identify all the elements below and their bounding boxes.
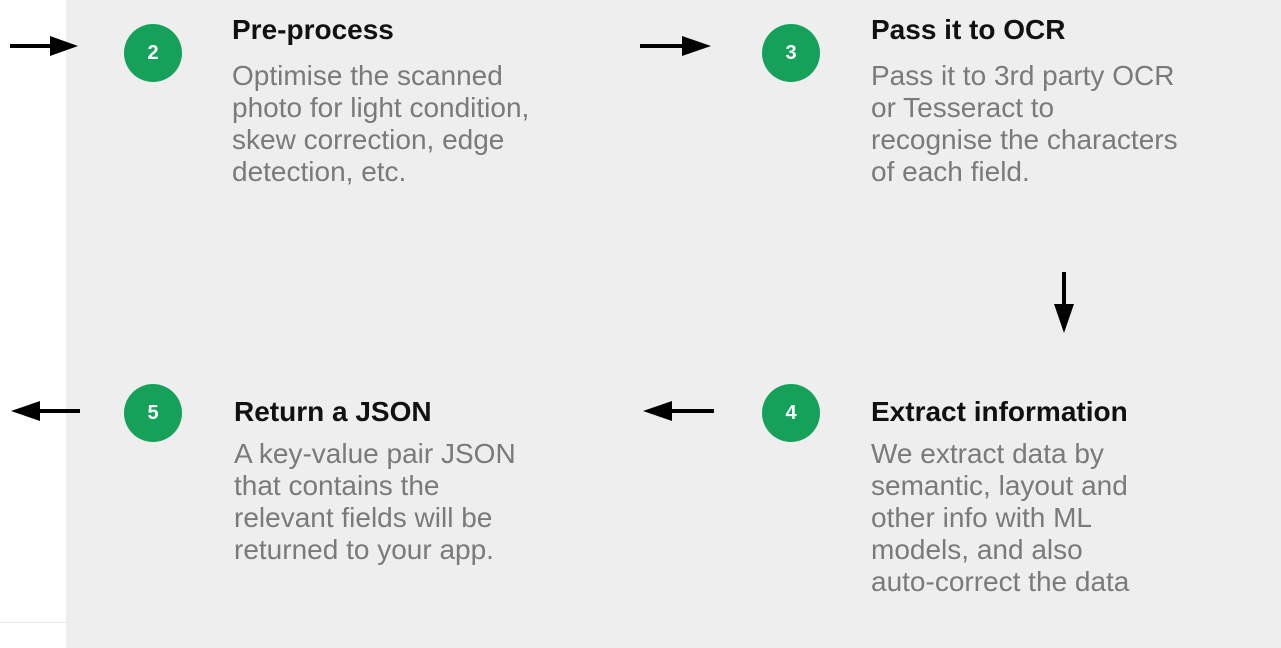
- step-description: We extract data by semantic, layout and …: [871, 438, 1129, 598]
- desc-line: Pass it to 3rd party OCR: [871, 60, 1175, 91]
- step-badge: 2: [124, 24, 182, 82]
- desc-line: relevant fields will be: [234, 502, 493, 533]
- desc-line: auto-correct the data: [871, 566, 1130, 597]
- desc-line: recognise the characters: [871, 124, 1178, 155]
- step-title: Extract information: [871, 396, 1128, 427]
- desc-line: that contains the: [234, 470, 440, 501]
- divider: [0, 622, 66, 623]
- step-badge: 4: [762, 384, 820, 442]
- step-description: Pass it to 3rd party OCR or Tesseract to…: [871, 60, 1178, 188]
- step-title: Pre-process: [232, 14, 394, 45]
- arrow-right-icon: [640, 34, 712, 58]
- step-badge: 5: [124, 384, 182, 442]
- desc-line: A key-value pair JSON: [234, 438, 516, 469]
- step-description: A key-value pair JSON that contains the …: [234, 438, 516, 566]
- arrow-left-icon: [10, 399, 80, 423]
- desc-line: skew correction, edge: [232, 124, 505, 155]
- desc-line: returned to your app.: [234, 534, 494, 565]
- step-title: Return a JSON: [234, 396, 432, 427]
- desc-line: other info with ML: [871, 502, 1092, 533]
- arrow-right-icon: [10, 34, 80, 58]
- desc-line: We extract data by: [871, 438, 1104, 469]
- desc-line: models, and also: [871, 534, 1083, 565]
- desc-line: semantic, layout and: [871, 470, 1128, 501]
- desc-line: of each field.: [871, 156, 1030, 187]
- desc-line: detection, etc.: [232, 156, 407, 187]
- arrow-left-icon: [642, 399, 714, 423]
- step-badge: 3: [762, 24, 820, 82]
- desc-line: Optimise the scanned: [232, 60, 503, 91]
- arrow-down-icon: [1052, 272, 1076, 334]
- step-title: Pass it to OCR: [871, 14, 1066, 45]
- desc-line: or Tesseract to: [871, 92, 1055, 123]
- desc-line: photo for light condition,: [232, 92, 530, 123]
- step-description: Optimise the scanned photo for light con…: [232, 60, 529, 188]
